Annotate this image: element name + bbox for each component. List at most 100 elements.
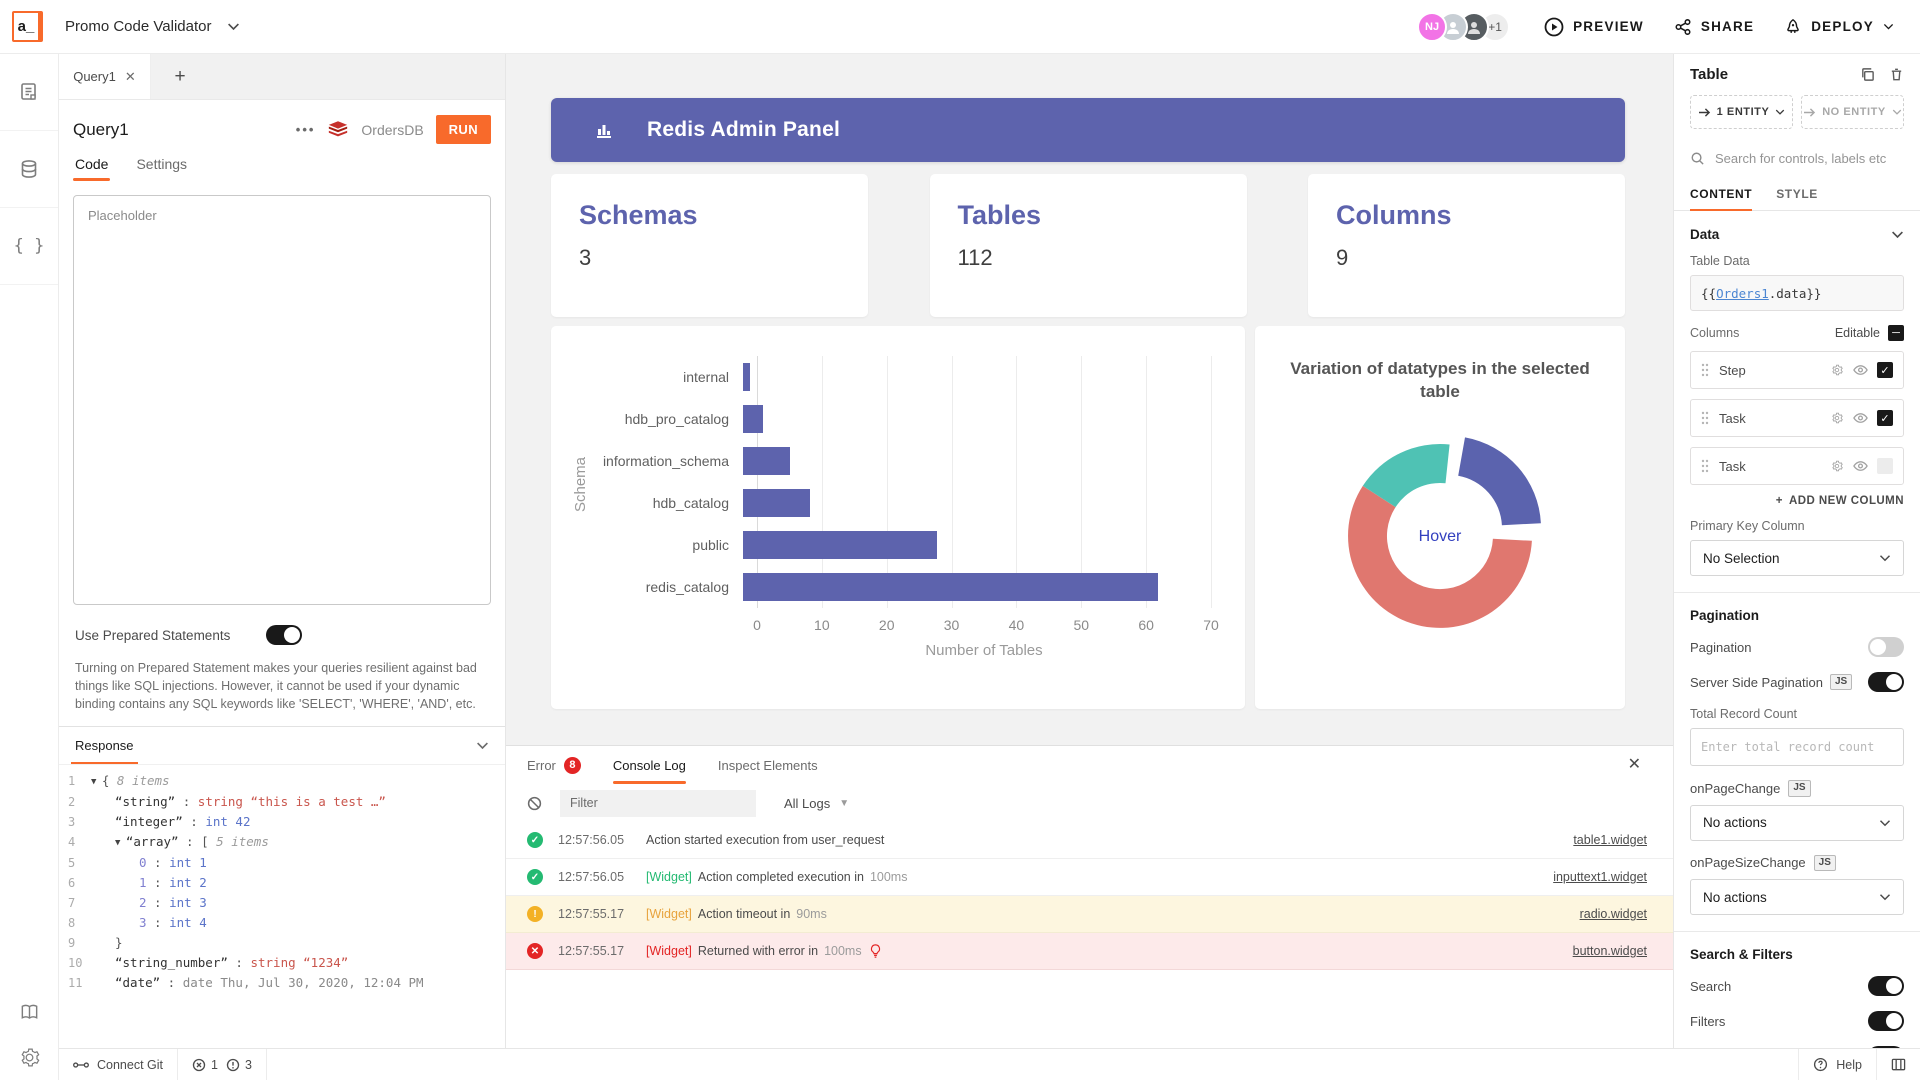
primary-key-select[interactable]: No Selection — [1690, 540, 1904, 576]
avatar-stack[interactable]: NJ +1 — [1417, 12, 1510, 42]
help-button[interactable]: Help — [1798, 1049, 1876, 1080]
editable-all-checkbox[interactable]: ─ — [1888, 325, 1904, 341]
debug-bulb-icon[interactable] — [869, 944, 882, 958]
stat-card-tables[interactable]: Tables 112 — [930, 174, 1247, 317]
stat-card-schemas[interactable]: Schemas 3 — [551, 174, 868, 317]
log-source-link[interactable]: button.widget — [1573, 944, 1647, 958]
close-debugger-icon[interactable]: ✕ — [1628, 754, 1641, 774]
bar[interactable] — [743, 405, 763, 433]
js-chip[interactable]: JS — [1814, 855, 1836, 872]
column-checkbox[interactable] — [1877, 458, 1893, 474]
section-data[interactable]: Data — [1690, 227, 1904, 242]
bar-chart-widget[interactable]: Schema internalhdb_pro_cataloginformatio… — [551, 326, 1245, 709]
tab-error[interactable]: Error 8 — [527, 746, 581, 784]
column-row[interactable]: Step✓ — [1690, 351, 1904, 389]
toggle-switch[interactable] — [1868, 672, 1904, 692]
query-title[interactable]: Query1 — [73, 120, 129, 140]
column-settings-gear-icon[interactable] — [1830, 411, 1844, 425]
column-row[interactable]: Task✓ — [1690, 399, 1904, 437]
prepared-statements-toggle[interactable] — [266, 625, 302, 645]
column-settings-gear-icon[interactable] — [1830, 459, 1844, 473]
drag-handle-icon[interactable] — [1701, 411, 1709, 425]
js-chip[interactable]: JS — [1830, 674, 1852, 691]
total-record-count-input[interactable] — [1690, 728, 1904, 766]
log-source-link[interactable]: table1.widget — [1573, 833, 1647, 847]
bar[interactable] — [743, 573, 1158, 601]
column-checkbox[interactable]: ✓ — [1877, 410, 1893, 426]
tab-settings[interactable]: Settings — [136, 156, 187, 181]
drag-handle-icon[interactable] — [1701, 459, 1709, 473]
datasource-name[interactable]: OrdersDB — [361, 122, 423, 138]
clear-logs-icon[interactable] — [527, 796, 542, 811]
toggle-panels-button[interactable] — [1876, 1049, 1920, 1080]
connected-entity-button[interactable]: 1 ENTITY — [1690, 95, 1793, 129]
settings-gear-icon[interactable] — [19, 1047, 40, 1068]
connect-git-button[interactable]: Connect Git — [59, 1049, 178, 1080]
collapse-response-chevron-down-icon[interactable] — [476, 739, 489, 752]
section-search-filters[interactable]: Search & Filters — [1690, 947, 1904, 962]
section-chevron-down-icon[interactable] — [1891, 228, 1904, 241]
tab-query1[interactable]: Query1 ✕ — [59, 54, 151, 99]
column-settings-gear-icon[interactable] — [1830, 363, 1844, 377]
column-checkbox[interactable]: ✓ — [1877, 362, 1893, 378]
no-entity-button[interactable]: NO ENTITY — [1801, 95, 1904, 129]
deploy-button[interactable]: DEPLOY — [1784, 18, 1894, 36]
column-visibility-eye-icon[interactable] — [1853, 364, 1868, 376]
log-row[interactable]: !12:57:55.17[Widget]Action timeout in90m… — [506, 896, 1673, 933]
donut-slice-indigo[interactable] — [1458, 437, 1541, 525]
stat-card-columns[interactable]: Columns 9 — [1308, 174, 1625, 317]
sidebar-item-editor[interactable] — [0, 54, 58, 131]
donut-chart[interactable]: Hover — [1324, 420, 1556, 652]
log-source-link[interactable]: inputtext1.widget — [1553, 870, 1647, 884]
avatar[interactable]: NJ — [1417, 12, 1447, 42]
tab-inspect-elements[interactable]: Inspect Elements — [718, 746, 818, 784]
tab-response[interactable]: Response — [75, 727, 134, 764]
tab-code[interactable]: Code — [75, 156, 108, 181]
delete-widget-icon[interactable] — [1889, 67, 1904, 82]
widget-name[interactable]: Table — [1690, 66, 1728, 83]
toggle-switch[interactable] — [1868, 637, 1904, 657]
log-row[interactable]: ✕12:57:55.17[Widget]Returned with error … — [506, 933, 1673, 970]
bar[interactable] — [743, 489, 810, 517]
column-visibility-eye-icon[interactable] — [1853, 460, 1868, 472]
deploy-chevron-down-icon[interactable] — [1883, 21, 1894, 32]
app-logo-icon[interactable]: a_ — [12, 11, 43, 42]
column-visibility-eye-icon[interactable] — [1853, 412, 1868, 424]
event-action-select[interactable]: No actions — [1690, 805, 1904, 841]
drag-handle-icon[interactable] — [1701, 363, 1709, 377]
tab-style[interactable]: STYLE — [1776, 177, 1818, 210]
canvas-header-widget[interactable]: Redis Admin Panel — [551, 98, 1625, 162]
bar[interactable] — [743, 447, 790, 475]
section-pagination[interactable]: Pagination — [1690, 608, 1904, 623]
bar[interactable] — [743, 363, 750, 391]
more-menu-icon[interactable]: ••• — [296, 122, 316, 137]
log-row[interactable]: ✓12:57:56.05[Widget]Action completed exe… — [506, 859, 1673, 896]
column-row[interactable]: Task — [1690, 447, 1904, 485]
sidebar-item-datasources[interactable] — [0, 131, 58, 208]
log-row[interactable]: ✓12:57:56.05Action started execution fro… — [506, 822, 1673, 859]
tab-content[interactable]: CONTENT — [1690, 177, 1752, 210]
toggle-switch[interactable] — [1868, 1011, 1904, 1031]
table-data-binding-input[interactable]: {{Orders1.data}} — [1690, 275, 1904, 311]
property-search-input[interactable] — [1715, 151, 1904, 166]
event-action-select[interactable]: No actions — [1690, 879, 1904, 915]
tab-console-log[interactable]: Console Log — [613, 746, 686, 784]
run-button[interactable]: RUN — [436, 115, 491, 144]
preview-button[interactable]: PREVIEW — [1544, 17, 1644, 37]
add-new-column-button[interactable]: + ADD NEW COLUMN — [1690, 495, 1904, 507]
library-book-icon[interactable] — [19, 1002, 40, 1023]
sidebar-item-js-libraries[interactable]: { } — [0, 208, 58, 285]
log-filter-input[interactable] — [560, 790, 756, 817]
log-source-link[interactable]: radio.widget — [1580, 907, 1647, 921]
bar[interactable] — [743, 531, 937, 559]
add-tab-button[interactable]: + — [151, 54, 209, 99]
js-chip[interactable]: JS — [1788, 780, 1810, 797]
share-button[interactable]: SHARE — [1674, 18, 1754, 36]
response-json-viewer[interactable]: 1▼ { 8 items2“string” : string “this is … — [59, 765, 505, 1048]
debugger-status-counts[interactable]: 1 3 — [178, 1049, 267, 1080]
app-menu-chevron-down-icon[interactable] — [227, 20, 240, 33]
toggle-switch[interactable] — [1868, 976, 1904, 996]
query-code-editor[interactable]: Placeholder — [73, 195, 491, 605]
copy-widget-icon[interactable] — [1860, 67, 1875, 82]
log-level-dropdown[interactable]: All Logs ▼ — [784, 796, 849, 811]
